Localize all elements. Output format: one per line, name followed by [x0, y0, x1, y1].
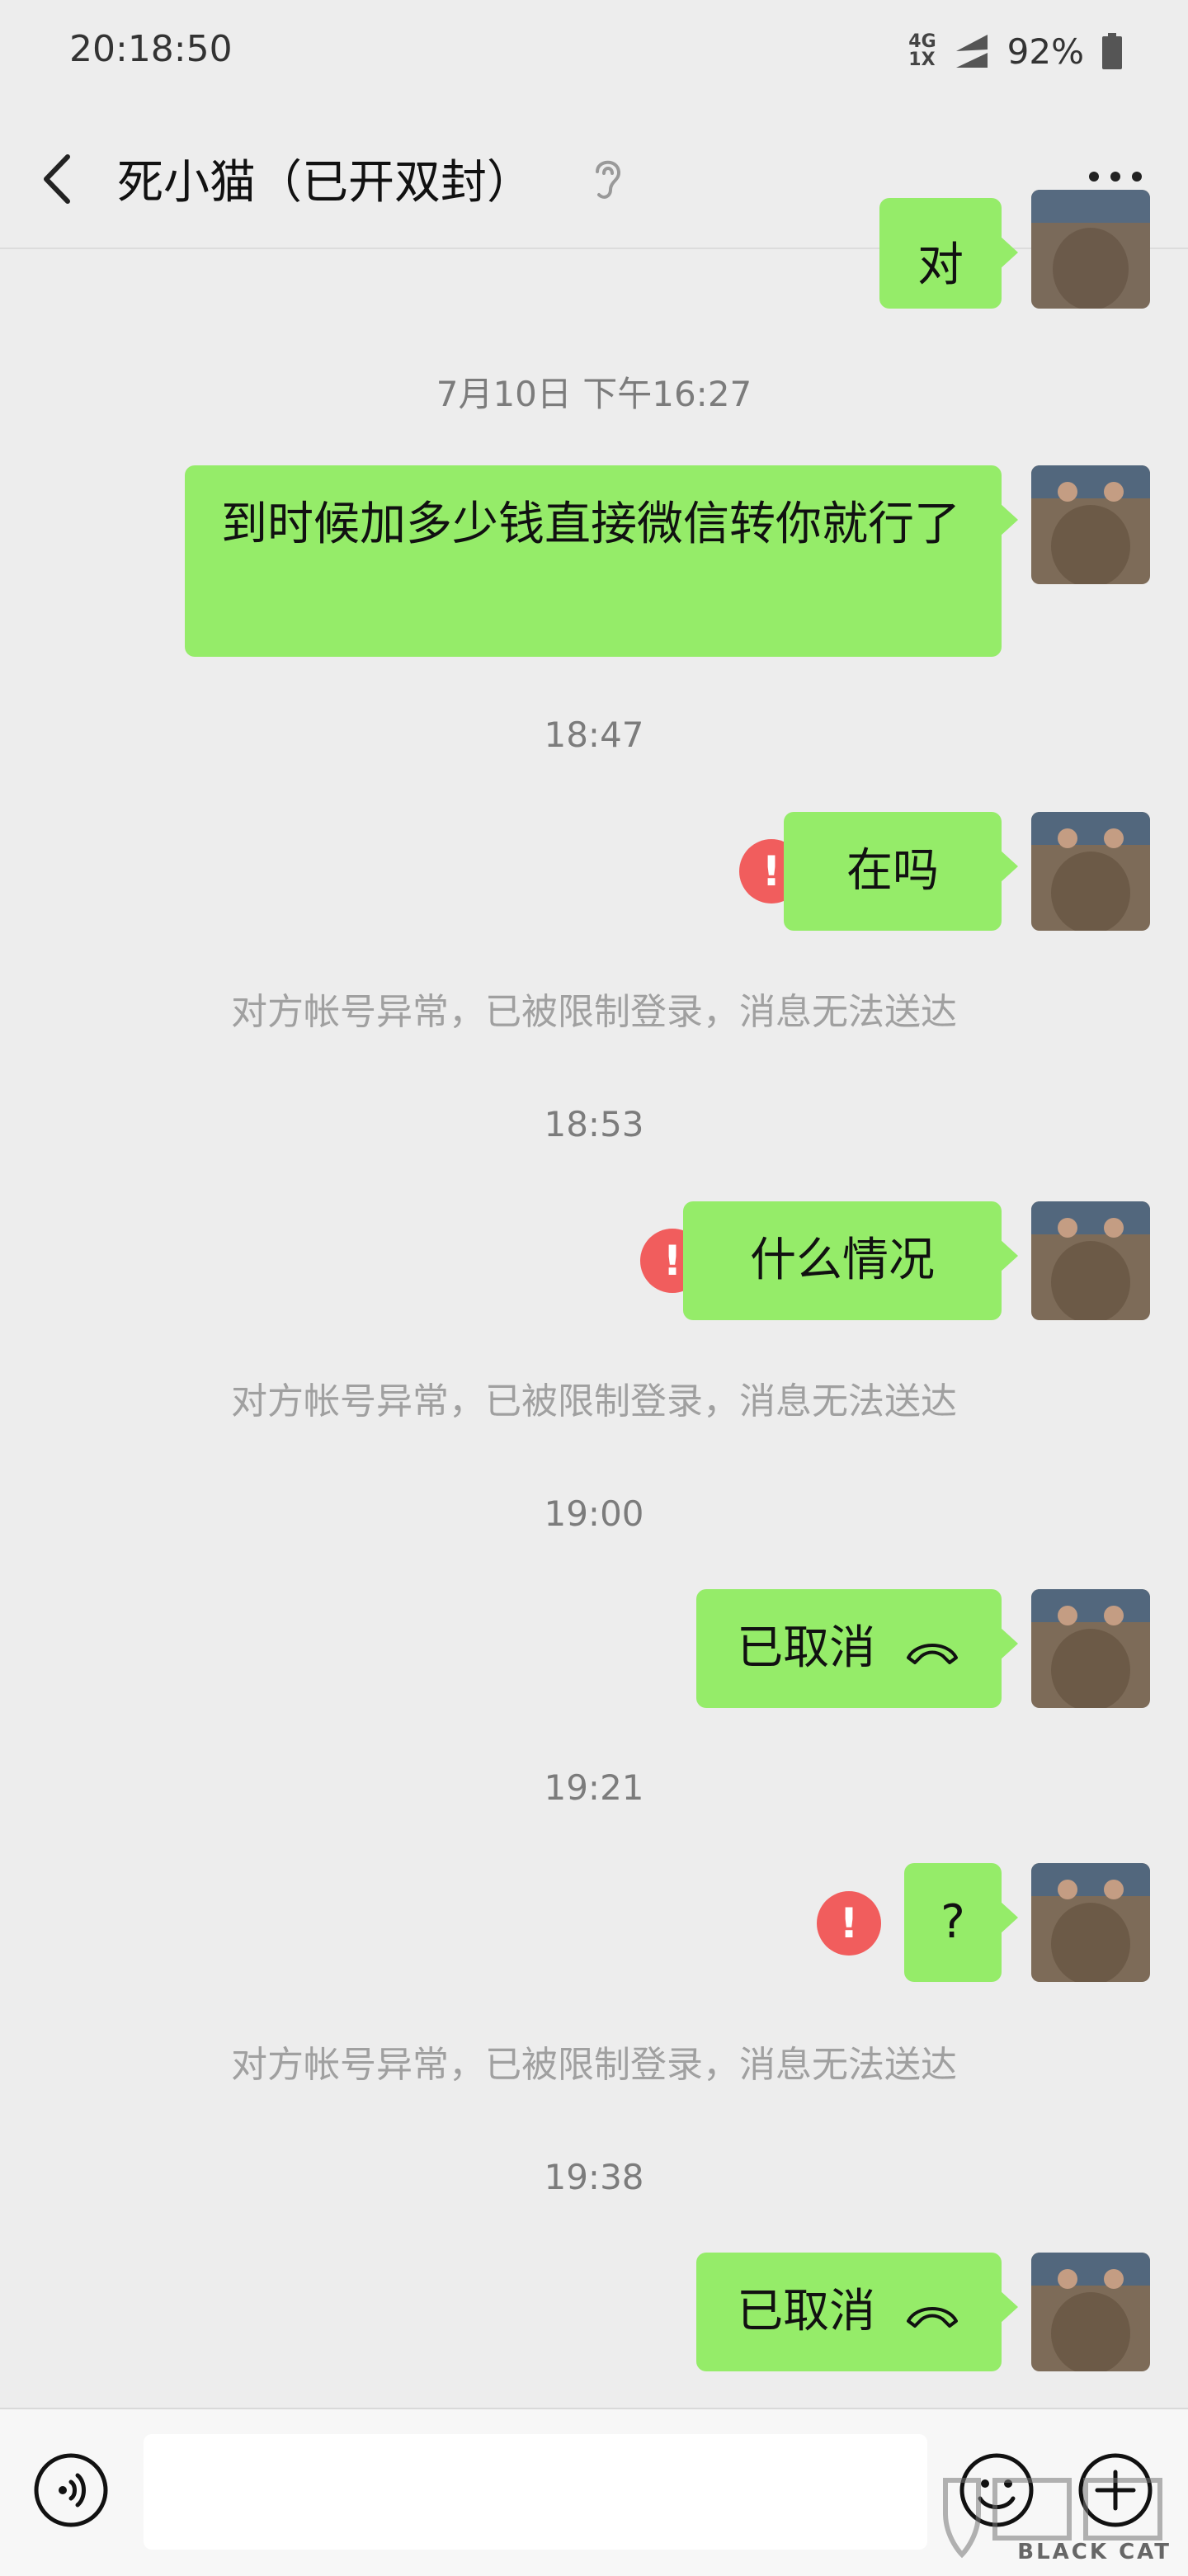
ear-icon — [596, 160, 621, 199]
message-text: 什么情况 — [750, 1234, 935, 1287]
timestamp: 19:21 — [544, 1767, 644, 1808]
more-icon[interactable] — [1082, 160, 1148, 193]
status-indicators: 4G 1X 92% — [908, 28, 1122, 74]
back-arrow-icon[interactable] — [36, 150, 78, 208]
avatar[interactable] — [1031, 1863, 1150, 1982]
timestamp: 18:53 — [544, 1104, 644, 1144]
call-message-bubble[interactable]: 已取消 — [696, 2253, 1018, 2371]
battery-icon — [1102, 33, 1122, 69]
avatar[interactable] — [1031, 190, 1150, 309]
chat-title[interactable]: 死小猫（已开双封） — [117, 145, 533, 212]
message-bubble[interactable]: ? — [904, 1863, 1018, 1982]
battery-percent: 92% — [1006, 31, 1084, 72]
status-bar: 20:18:50 4G 1X 92% — [0, 0, 1188, 107]
network-type-bottom: 1X — [908, 50, 936, 70]
timestamp: 18:47 — [544, 715, 644, 755]
message-text: 已取消 — [737, 2285, 876, 2338]
system-notice: 对方帐号异常，已被限制登录，消息无法送达 — [231, 991, 957, 1033]
avatar[interactable] — [1031, 465, 1150, 584]
voice-input-icon[interactable] — [31, 2451, 111, 2530]
send-failed-icon[interactable]: ! — [817, 1891, 881, 1956]
message-bubble[interactable]: 在吗 — [784, 812, 1018, 931]
message-text: ? — [940, 1895, 965, 1949]
hang-up-icon — [906, 1643, 958, 1664]
status-time: 20:18:50 — [69, 28, 233, 70]
timestamp: 7月10日 下午16:27 — [436, 374, 752, 414]
timestamp: 19:00 — [544, 1493, 644, 1534]
system-notice: 对方帐号异常，已被限制登录，消息无法送达 — [231, 1380, 957, 1422]
message-text: 对 — [917, 238, 964, 292]
avatar[interactable] — [1031, 1201, 1150, 1320]
message-bubble[interactable]: 对 — [879, 198, 1018, 309]
message-bubble[interactable]: 什么情况 — [683, 1201, 1018, 1320]
network-type: 4G 1X — [908, 33, 936, 69]
message-text: 到时候加多少钱直接微信转你就行了 — [221, 498, 960, 551]
signal-icon — [955, 35, 988, 68]
watermark-text: BLACK CAT — [1017, 2540, 1172, 2564]
avatar[interactable] — [1031, 812, 1150, 931]
hang-up-icon — [906, 2306, 958, 2328]
system-notice: 对方帐号异常，已被限制登录，消息无法送达 — [231, 2044, 957, 2086]
chat-header: 死小猫（已开双封） — [0, 107, 1188, 249]
message-input[interactable] — [144, 2434, 927, 2550]
call-message-bubble[interactable]: 已取消 — [696, 1589, 1018, 1708]
message-text: 已取消 — [737, 1621, 876, 1675]
message-text: 在吗 — [846, 844, 939, 898]
avatar[interactable] — [1031, 1589, 1150, 1708]
network-type-top: 4G — [908, 31, 936, 52]
avatar[interactable] — [1031, 2253, 1150, 2371]
timestamp: 19:38 — [544, 2157, 644, 2197]
message-bubble[interactable]: 到时候加多少钱直接微信转你就行了 — [185, 465, 1018, 657]
